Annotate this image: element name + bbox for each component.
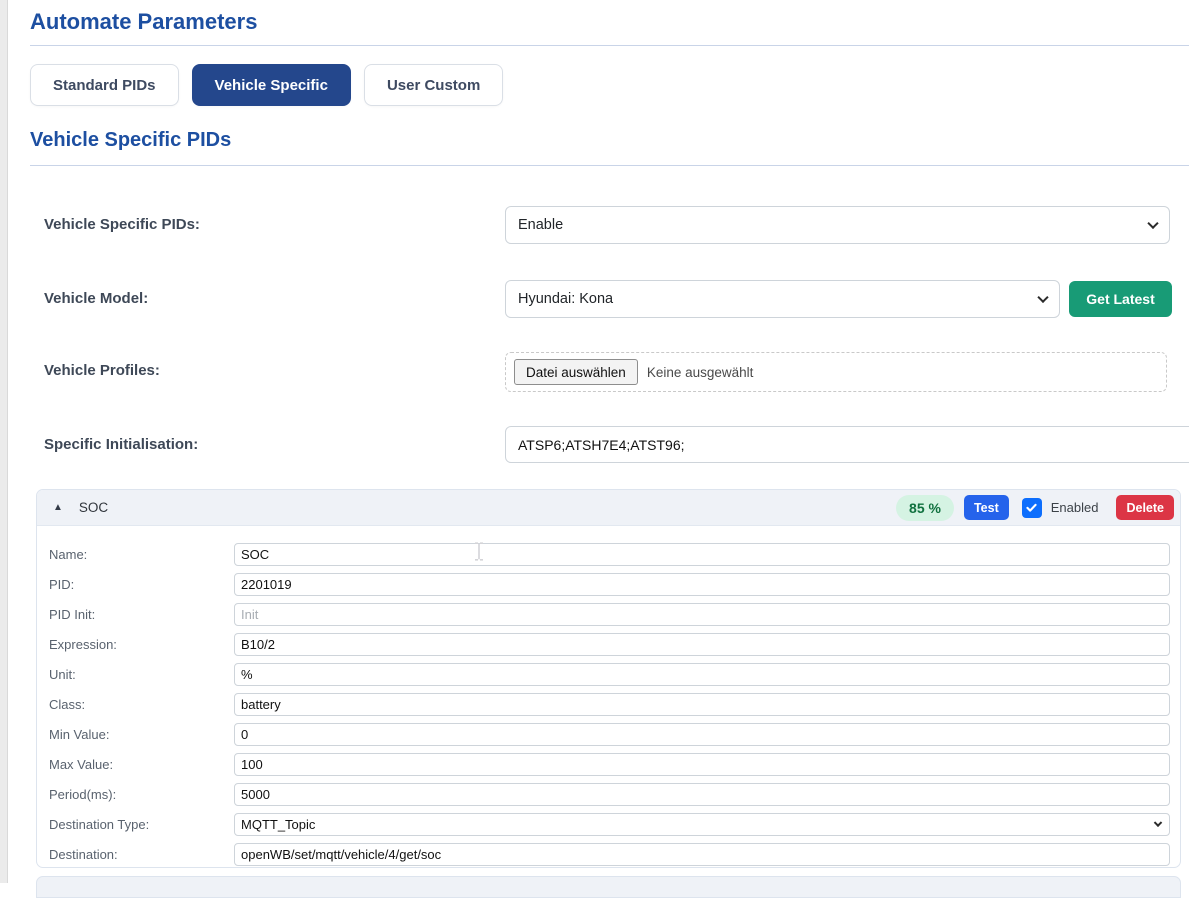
- soc-input-class[interactable]: [234, 693, 1170, 716]
- soc-panel-header-actions: 85 % Test Enabled Delete: [896, 495, 1174, 521]
- soc-panel-header[interactable]: ▲ SOC 85 % Test Enabled Delete: [37, 490, 1180, 526]
- soc-field-label-pid: PID:: [49, 577, 234, 592]
- window-edge-strip: [0, 0, 8, 883]
- soc-input-destination[interactable]: [234, 843, 1170, 866]
- soc-field-row: Min Value:: [49, 719, 1170, 749]
- enabled-checkbox[interactable]: [1022, 498, 1042, 518]
- soc-field-row: Destination:: [49, 839, 1170, 869]
- soc-input-max-value[interactable]: [234, 753, 1170, 776]
- vehicle-model-select[interactable]: Hyundai: Kona: [505, 280, 1060, 318]
- soc-input-name[interactable]: [234, 543, 1170, 566]
- soc-field-row: Period(ms):: [49, 779, 1170, 809]
- delete-button[interactable]: Delete: [1116, 495, 1174, 520]
- soc-field-row: Destination Type:MQTT_Topic: [49, 809, 1170, 839]
- tabs: Standard PIDs Vehicle Specific User Custom: [30, 64, 503, 106]
- tab-user-custom[interactable]: User Custom: [364, 64, 503, 106]
- soc-field-row: Name:: [49, 539, 1170, 569]
- soc-input-unit[interactable]: [234, 663, 1170, 686]
- section-title: Vehicle Specific PIDs: [30, 125, 231, 155]
- soc-panel-title: SOC: [79, 500, 108, 515]
- soc-field-row: Unit:: [49, 659, 1170, 689]
- specific-initialisation-label: Specific Initialisation:: [44, 426, 198, 464]
- soc-field-label-destination-type: Destination Type:: [49, 817, 234, 832]
- soc-select-destination-type[interactable]: MQTT_Topic: [234, 813, 1170, 836]
- soc-field-label-unit: Unit:: [49, 667, 234, 682]
- soc-value-badge: 85 %: [896, 495, 954, 521]
- vehicle-model-select-control[interactable]: Hyundai: Kona: [505, 280, 1060, 318]
- soc-input-period-ms[interactable]: [234, 783, 1170, 806]
- file-status-text: Keine ausgewählt: [647, 365, 754, 380]
- specific-initialisation-input[interactable]: [505, 426, 1189, 463]
- soc-field-label-max-value: Max Value:: [49, 757, 234, 772]
- soc-input-pid[interactable]: [234, 573, 1170, 596]
- soc-select-control-destination-type[interactable]: MQTT_Topic: [234, 813, 1170, 836]
- enabled-label: Enabled: [1051, 500, 1099, 515]
- soc-field-label-expression: Expression:: [49, 637, 234, 652]
- collapse-triangle-icon[interactable]: ▲: [47, 502, 69, 513]
- soc-panel: ▲ SOC 85 % Test Enabled Delete Name: PID:…: [36, 489, 1181, 868]
- soc-field-row: Expression:: [49, 629, 1170, 659]
- soc-input-expression[interactable]: [234, 633, 1170, 656]
- get-latest-button[interactable]: Get Latest: [1069, 281, 1172, 317]
- soc-field-label-period-ms: Period(ms):: [49, 787, 234, 802]
- soc-field-label-min-value: Min Value:: [49, 727, 234, 742]
- tab-standard-pids[interactable]: Standard PIDs: [30, 64, 179, 106]
- tab-vehicle-specific[interactable]: Vehicle Specific: [192, 64, 351, 106]
- soc-field-row: Max Value:: [49, 749, 1170, 779]
- vehicle-specific-pids-select-control[interactable]: Enable: [505, 206, 1170, 244]
- soc-field-label-destination: Destination:: [49, 847, 234, 862]
- soc-field-label-name: Name:: [49, 547, 234, 562]
- soc-field-row: PID Init:: [49, 599, 1170, 629]
- next-panel-collapsed-header[interactable]: [36, 876, 1181, 898]
- soc-field-row: PID:: [49, 569, 1170, 599]
- soc-field-row: Class:: [49, 689, 1170, 719]
- page-title: Automate Parameters: [30, 7, 257, 37]
- title-divider: [30, 45, 1189, 46]
- choose-file-button[interactable]: Datei auswählen: [514, 359, 638, 385]
- section-divider: [30, 165, 1189, 166]
- soc-fields: Name: PID: PID Init: Expression: Unit: Class:…: [37, 526, 1180, 869]
- soc-field-label-class: Class:: [49, 697, 234, 712]
- soc-input-pid-init[interactable]: [234, 603, 1170, 626]
- checkmark-icon: [1025, 501, 1038, 514]
- test-button[interactable]: Test: [964, 495, 1009, 520]
- vehicle-specific-pids-label: Vehicle Specific PIDs:: [44, 206, 200, 244]
- vehicle-profiles-label: Vehicle Profiles:: [44, 352, 160, 390]
- soc-input-min-value[interactable]: [234, 723, 1170, 746]
- vehicle-profiles-file-input[interactable]: Datei auswählen Keine ausgewählt: [505, 352, 1167, 392]
- vehicle-model-label: Vehicle Model:: [44, 280, 148, 318]
- soc-field-label-pid-init: PID Init:: [49, 607, 234, 622]
- vehicle-specific-pids-select[interactable]: Enable: [505, 206, 1170, 244]
